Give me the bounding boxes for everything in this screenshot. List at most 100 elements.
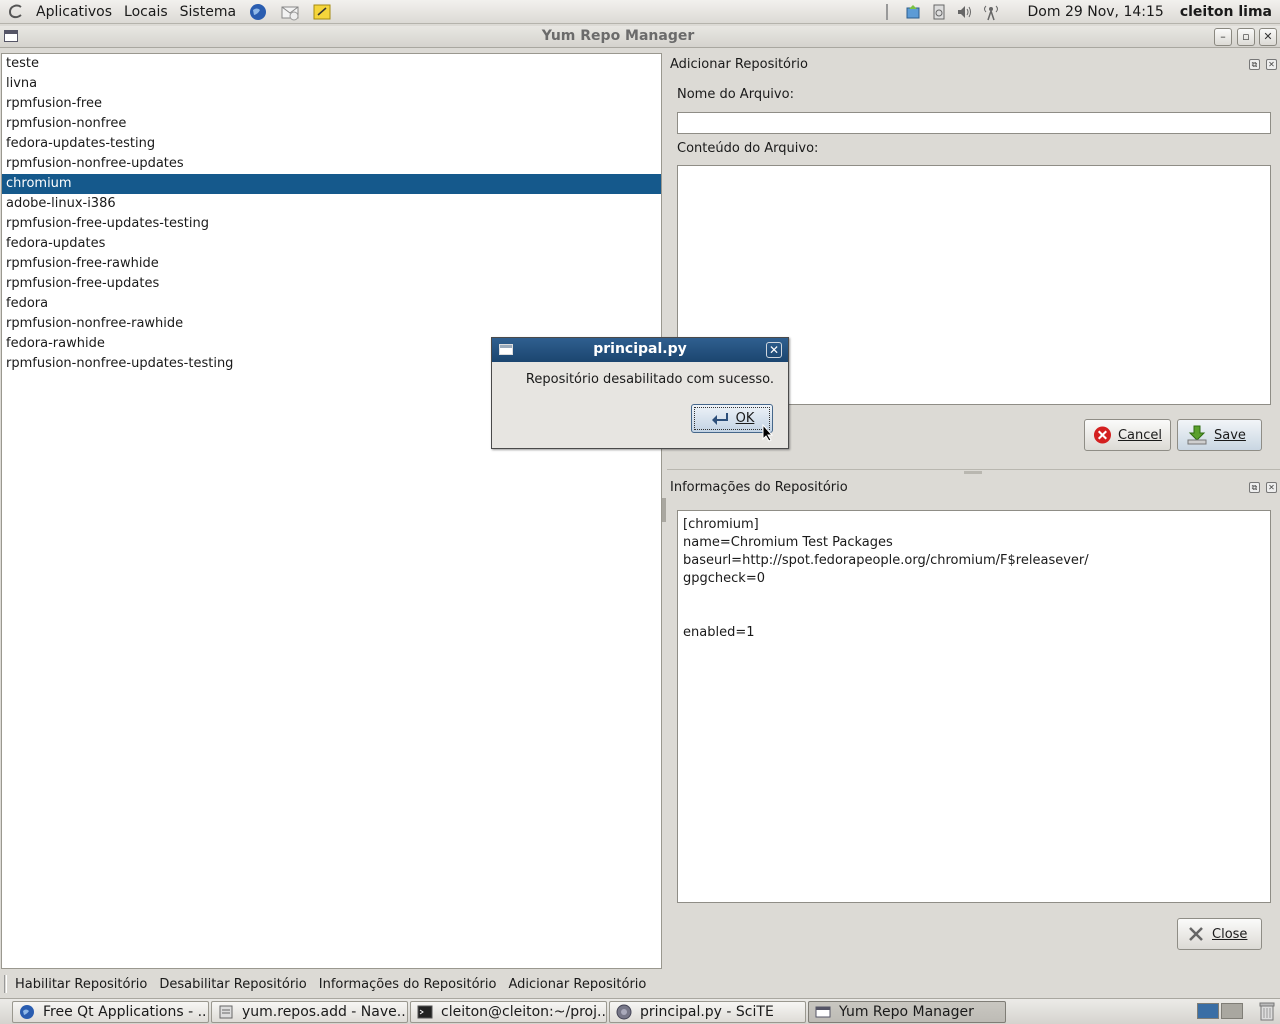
notes-icon[interactable] [310, 1, 334, 23]
top-panel: Aplicativos Locais Sistema Dom 29 Nov, 1… [0, 0, 1280, 24]
dock-close-button[interactable]: ✕ [1266, 482, 1277, 493]
window-title: Yum Repo Manager [541, 28, 695, 44]
menu-locais[interactable]: Locais [118, 0, 174, 24]
repo-list-item[interactable]: rpmfusion-free [2, 94, 661, 114]
repo-info-line [683, 588, 1265, 606]
repo-info-line: gpgcheck=0 [683, 571, 765, 586]
dialog-titlebar[interactable]: principal.py ✕ [492, 338, 788, 362]
repo-list-item[interactable]: fedora-updates-testing [2, 134, 661, 154]
repo-list-item[interactable]: rpmfusion-free-updates [2, 274, 661, 294]
scite-icon [616, 1004, 632, 1020]
maximize-button[interactable]: ▫ [1237, 28, 1255, 46]
dock-float-button[interactable]: ⧉ [1249, 482, 1260, 493]
repo-list-item[interactable]: fedora [2, 294, 661, 314]
save-button-label: Save [1214, 427, 1246, 443]
cancel-icon [1093, 426, 1112, 444]
file-manager-icon [218, 1004, 234, 1020]
ok-button[interactable]: OK [691, 404, 773, 433]
dialog-title: principal.py [593, 341, 687, 357]
window-icon [815, 1004, 831, 1020]
save-button[interactable]: Save [1177, 419, 1262, 451]
cancel-button-label: Cancel [1117, 427, 1162, 443]
window-titlebar[interactable]: Yum Repo Manager – ▫ ✕ [0, 26, 1280, 48]
taskbar: Free Qt Applications - ... yum.repos.add… [0, 998, 1280, 1024]
repo-info-line: name=Chromium Test Packages [683, 535, 893, 550]
task-label: cleiton@cleiton:~/proj... [441, 1004, 607, 1020]
workspace-2[interactable] [1221, 1003, 1243, 1019]
workspace-1[interactable] [1197, 1003, 1219, 1019]
tray-separator-icon [876, 1, 898, 23]
add-repo-action[interactable]: Adicionar Repositório [508, 977, 646, 992]
close-window-button[interactable]: ✕ [1259, 28, 1277, 46]
filename-input[interactable] [677, 112, 1271, 134]
vertical-splitter-handle[interactable] [662, 498, 666, 522]
enable-repo-action[interactable]: Habilitar Repositório [15, 977, 147, 992]
repo-info-line: [chromium] [683, 517, 759, 532]
dock-close-button[interactable]: ✕ [1266, 59, 1277, 70]
repo-list-item[interactable]: rpmfusion-nonfree [2, 114, 661, 134]
task-scite[interactable]: principal.py - SciTE [609, 1001, 806, 1023]
float-icon: ⧉ [1251, 483, 1258, 492]
close-button[interactable]: Close [1177, 918, 1262, 950]
menu-aplicativos[interactable]: Aplicativos [30, 0, 118, 24]
task-yum-repo-manager[interactable]: Yum Repo Manager [808, 1001, 1006, 1023]
repo-list-item[interactable]: chromium [2, 174, 661, 194]
package-updater-icon[interactable] [902, 1, 924, 23]
close-icon: ✕ [1263, 30, 1273, 43]
cancel-button[interactable]: Cancel [1084, 419, 1171, 451]
repo-list[interactable]: teste livna rpmfusion-free rpmfusion-nonfre… [1, 53, 662, 969]
maximize-icon: ▫ [1242, 30, 1250, 43]
task-label: principal.py - SciTE [640, 1004, 774, 1020]
menu-sistema[interactable]: Sistema [174, 0, 242, 24]
user-name[interactable]: cleiton lima [1180, 4, 1272, 20]
volume-icon[interactable] [954, 1, 976, 23]
repo-list-item[interactable]: rpmfusion-nonfree-rawhide [2, 314, 661, 334]
minimize-icon: – [1220, 30, 1226, 43]
mouse-cursor-icon [762, 424, 774, 442]
minimize-button[interactable]: – [1214, 28, 1232, 46]
add-repo-dock-buttons: ⧉ ✕ [1243, 59, 1277, 70]
repo-list-item[interactable]: rpmfusion-free-rawhide [2, 254, 661, 274]
close-icon: ✕ [768, 343, 780, 357]
task-terminal[interactable]: cleiton@cleiton:~/proj... [410, 1001, 607, 1023]
task-free-qt-applications[interactable]: Free Qt Applications - ... [12, 1001, 209, 1023]
close-icon: ✕ [1268, 483, 1275, 492]
horizontal-splitter-handle[interactable] [667, 469, 1280, 475]
terminal-icon [417, 1004, 433, 1020]
repo-list-item[interactable]: livna [2, 74, 661, 94]
repo-list-item[interactable]: rpmfusion-free-updates-testing [2, 214, 661, 234]
panel-clock[interactable]: Dom 29 Nov, 14:15 [1028, 4, 1164, 20]
browser-icon [19, 1004, 35, 1020]
toolbar-grip[interactable] [4, 975, 7, 993]
mail-client-icon[interactable] [278, 1, 302, 23]
repo-list-item[interactable]: teste [2, 54, 661, 74]
repo-info-line: enabled=1 [683, 625, 755, 640]
gnome-foot-icon[interactable] [6, 2, 26, 22]
task-label: Free Qt Applications - ... [43, 1004, 209, 1020]
dialog-close-button[interactable]: ✕ [766, 342, 782, 358]
repo-info-text[interactable]: [chromium] name=Chromium Test Packages bas… [677, 510, 1271, 903]
task-file-browser[interactable]: yum.repos.add - Nave... [211, 1001, 408, 1023]
repo-list-item[interactable]: adobe-linux-i386 [2, 194, 661, 214]
removable-drive-icon[interactable] [928, 1, 950, 23]
repo-list-item[interactable]: rpmfusion-nonfree-updates [2, 154, 661, 174]
dock-float-button[interactable]: ⧉ [1249, 59, 1260, 70]
content-label: Conteúdo do Arquivo: [677, 141, 819, 156]
message-dialog: principal.py ✕ Repositório desabilitado … [491, 337, 789, 449]
close-button-label: Close [1212, 926, 1248, 942]
info-dock-buttons: ⧉ ✕ [1243, 482, 1277, 493]
filename-label: Nome do Arquivo: [677, 87, 794, 102]
disable-repo-action[interactable]: Desabilitar Repositório [159, 977, 306, 992]
add-repo-dock-title: Adicionar Repositório [670, 57, 808, 72]
trash-icon[interactable] [1258, 1001, 1276, 1021]
dialog-message: Repositório desabilitado com sucesso. [525, 372, 774, 387]
close-x-icon [1189, 927, 1203, 941]
repo-info-action[interactable]: Informações do Repositório [319, 977, 497, 992]
network-wireless-icon[interactable] [980, 1, 1002, 23]
repo-list-item[interactable]: fedora-updates [2, 234, 661, 254]
task-label: Yum Repo Manager [839, 1004, 974, 1020]
save-icon [1187, 425, 1207, 445]
system-tray: Dom 29 Nov, 14:15 cleiton lima [874, 0, 1280, 24]
web-browser-icon[interactable] [246, 1, 270, 23]
float-icon: ⧉ [1251, 60, 1258, 69]
